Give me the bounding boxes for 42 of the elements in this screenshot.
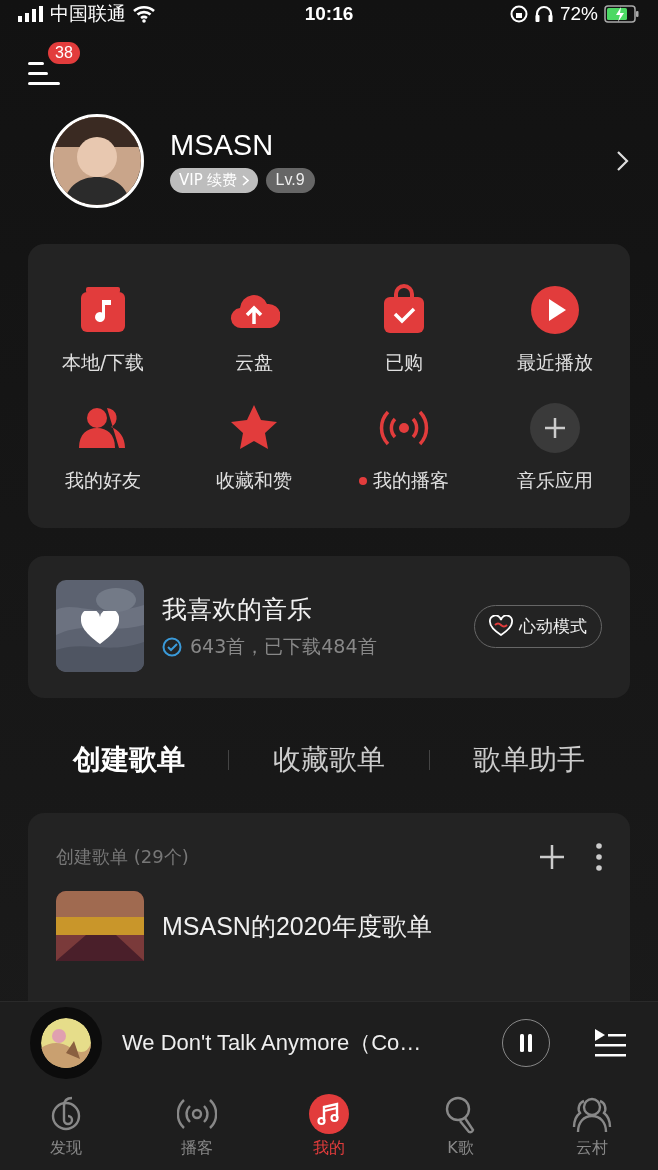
carrier-name: 中国联通 <box>50 2 126 26</box>
shortcut-label[interactable]: 本地/下载 <box>62 350 145 377</box>
add-icon[interactable] <box>538 843 566 871</box>
shortcut-label[interactable]: 我的播客 <box>373 468 450 495</box>
signal-icon <box>18 6 44 22</box>
shortcut-label[interactable]: 音乐应用 <box>516 468 593 495</box>
playlist-tab[interactable]: 收藏歌单 <box>271 740 387 779</box>
play-circle-icon[interactable] <box>528 284 581 337</box>
chevron-right-icon <box>241 175 249 187</box>
shortcut-label[interactable]: 我的好友 <box>65 468 142 495</box>
chevron-right-icon[interactable] <box>616 150 630 173</box>
level-badge: Lv.9 <box>265 168 315 194</box>
user-name: MSASN <box>170 129 275 163</box>
pause-icon <box>519 1034 533 1052</box>
notification-badge: 38 <box>48 42 80 65</box>
shortcut-label[interactable]: 已购 <box>385 350 424 377</box>
battery-percent: 72% <box>559 3 598 25</box>
rotation-lock-icon <box>509 5 528 23</box>
track-count: 643首，已下载484首 <box>190 633 377 659</box>
clock-time: 10:16 <box>304 3 354 24</box>
battery-charging-icon <box>604 5 640 23</box>
headphones-icon <box>533 5 554 23</box>
music-icon <box>309 1094 349 1134</box>
heart-pulse-icon <box>489 615 513 638</box>
shortcut-label[interactable]: 收藏和赞 <box>215 468 292 495</box>
nav-tab[interactable]: 发现 <box>0 1084 132 1170</box>
nav-tab[interactable]: 云村 <box>526 1084 658 1170</box>
heart-icon <box>81 611 119 646</box>
playlist-title[interactable]: MSASN的2020年度歌单 <box>162 909 432 943</box>
check-circle-icon <box>162 636 182 657</box>
playlist-queue-icon[interactable] <box>594 1028 626 1058</box>
wifi-icon <box>132 5 156 23</box>
playlist-tab[interactable]: 歌单助手 <box>471 740 588 779</box>
shortcut-label[interactable]: 最近播放 <box>516 350 593 377</box>
nav-tab[interactable]: 我的 <box>263 1084 395 1170</box>
shortcut-label[interactable]: 云盘 <box>234 350 273 377</box>
playlist-title[interactable]: 我喜欢的音乐 <box>162 592 474 626</box>
nav-tab[interactable]: 播客 <box>131 1084 264 1170</box>
add-icon[interactable] <box>528 402 581 455</box>
section-header: 创建歌单 (29个) <box>56 845 190 869</box>
nav-tab[interactable]: K歌 <box>394 1084 527 1170</box>
more-icon[interactable] <box>596 843 602 871</box>
